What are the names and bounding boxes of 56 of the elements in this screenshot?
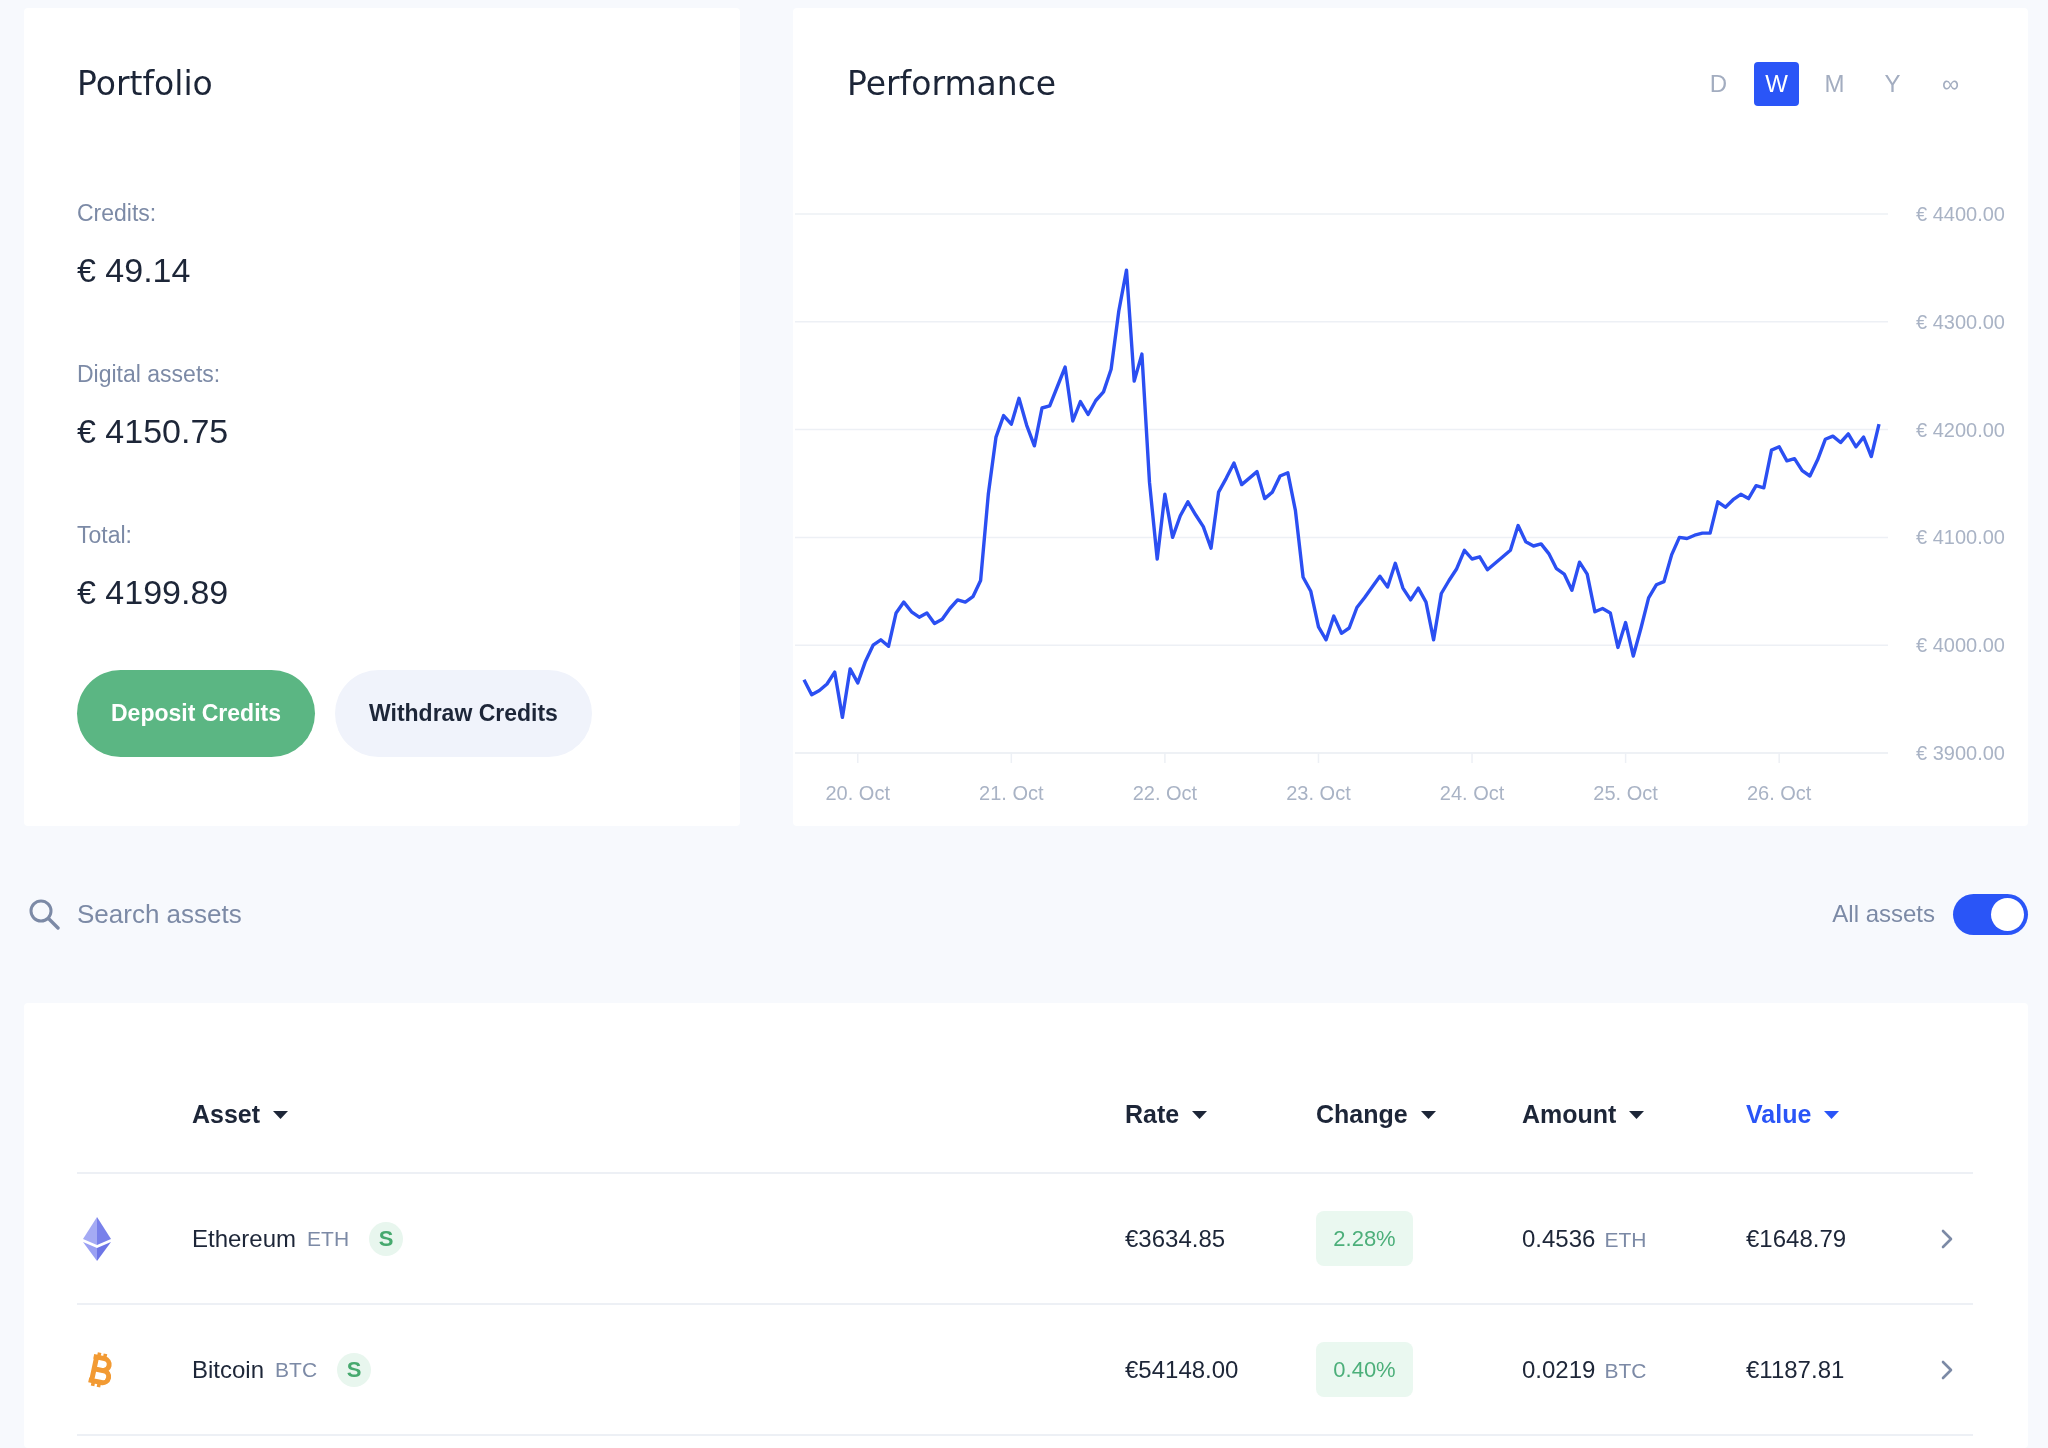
stat-label: Digital assets: <box>77 360 222 389</box>
caret-icon <box>1192 1110 1208 1119</box>
chevron-right-icon[interactable] <box>1940 1359 1953 1380</box>
y-axis-label: € 3900.00 <box>1916 742 2005 764</box>
column-header[interactable]: Rate <box>1125 1100 1208 1129</box>
x-axis-label: 22. Oct <box>1132 782 1198 804</box>
asset-ticker: BTC <box>275 1357 318 1382</box>
search-field[interactable]: Search assets <box>77 894 637 934</box>
column-header[interactable]: Amount <box>1522 1100 1645 1129</box>
y-axis-label: € 4400.00 <box>1916 203 2005 225</box>
caret-icon <box>1629 1110 1645 1119</box>
value-cell: €1187.81 <box>1746 1355 1845 1383</box>
search-icon <box>28 898 60 930</box>
y-axis-label: € 4100.00 <box>1916 526 2005 549</box>
column-header[interactable]: Value <box>1746 1100 1840 1129</box>
stat-label: Credits: <box>77 199 158 228</box>
card-title: Portfolio <box>77 63 214 105</box>
caret-icon <box>273 1110 289 1119</box>
x-axis-label: 25. Oct <box>1593 782 1658 804</box>
column-header[interactable]: Asset <box>192 1100 289 1129</box>
y-axis-label: € 4300.00 <box>1916 310 2005 333</box>
card-title: Performance <box>847 63 1057 105</box>
toggle-switch[interactable] <box>1953 893 2028 935</box>
action-button[interactable]: Withdraw Credits <box>335 670 592 757</box>
stat-label: Total: <box>77 521 133 550</box>
amount-unit: ETH <box>1604 1227 1647 1252</box>
x-axis-label: 20. Oct <box>825 782 890 804</box>
x-axis-label: 26. Oct <box>1746 782 1812 804</box>
amount-value: 0.4536 <box>1522 1224 1596 1253</box>
change-badge: 2.28% <box>1316 1211 1413 1266</box>
amount-unit: BTC <box>1604 1358 1647 1383</box>
amount-value: 0.0219 <box>1522 1355 1596 1384</box>
stat-value: € 4150.75 <box>77 411 230 451</box>
asset-ticker: ETH <box>307 1226 350 1251</box>
column-header[interactable]: Change <box>1316 1100 1436 1129</box>
x-axis-label: 21. Oct <box>979 782 1044 804</box>
caret-icon <box>1824 1110 1840 1119</box>
change-badge: 0.40% <box>1316 1342 1413 1397</box>
rate-cell: €3634.85 <box>1125 1224 1226 1252</box>
x-axis-label: 23. Oct <box>1286 782 1351 804</box>
asset-name: Bitcoin <box>192 1355 265 1384</box>
asset-name: Ethereum <box>192 1224 297 1253</box>
toggle-label: All assets <box>1832 900 1935 928</box>
rate-cell: €54148.00 <box>1125 1355 1239 1383</box>
chevron-right-icon[interactable] <box>1940 1228 1953 1249</box>
letter-badge: S <box>369 1221 404 1256</box>
caret-icon <box>1420 1110 1436 1119</box>
value-cell: €1648.79 <box>1746 1224 1847 1252</box>
period-tab[interactable]: W <box>1754 62 1799 106</box>
letter-badge: S <box>337 1352 372 1387</box>
stat-value: € 49.14 <box>77 250 192 290</box>
y-axis-label: € 4000.00 <box>1916 634 2005 657</box>
x-axis-label: 24. Oct <box>1439 782 1505 804</box>
ethereum-icon <box>83 1216 111 1261</box>
y-axis-label: € 4200.00 <box>1916 418 2005 441</box>
stat-value: € 4199.89 <box>77 572 230 612</box>
